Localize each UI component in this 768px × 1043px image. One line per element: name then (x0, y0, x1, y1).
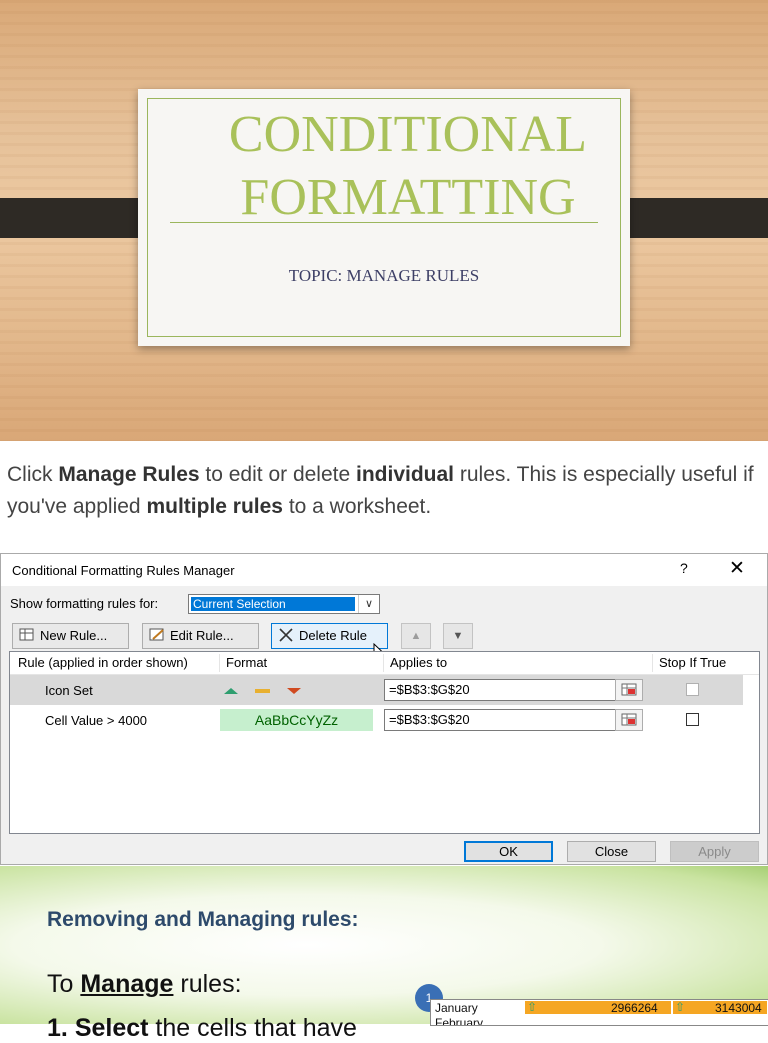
edit-rule-icon (149, 628, 164, 641)
close-icon[interactable]: ✕ (729, 557, 745, 580)
range-select-icon[interactable] (615, 709, 643, 731)
new-rule-button[interactable]: New Rule... (12, 623, 129, 649)
stop-if-true-checkbox[interactable] (686, 713, 699, 726)
edit-rule-label: Edit Rule... (170, 628, 234, 643)
range-select-icon[interactable] (615, 679, 643, 701)
format-preview: AaBbCcYyZz (220, 709, 373, 731)
month-cell: January (435, 1001, 478, 1015)
move-down-button[interactable]: ▼ (443, 623, 473, 649)
rules-text: rules: (173, 970, 242, 998)
close-button[interactable]: Close (567, 841, 656, 862)
new-rule-icon (19, 628, 34, 641)
show-rules-select[interactable]: Current Selection ∨ (188, 594, 380, 614)
slide-title-line1: CONDITIONAL (228, 106, 588, 163)
applies-to-input[interactable]: =$B$3:$G$20 (384, 679, 616, 701)
data-preview-table: January February ⇧ 2966264 ⇧ 3143004 (430, 999, 768, 1026)
right-strap (613, 198, 768, 238)
delete-rule-label: Delete Rule (299, 628, 367, 643)
stop-if-true-checkbox[interactable] (686, 683, 699, 696)
chevron-down-icon[interactable]: ∨ (358, 595, 379, 613)
col-separator (652, 654, 653, 672)
up-arrow-icon: ⇧ (675, 1000, 686, 1014)
instruction-paragraph: Click Manage Rules to edit or delete ind… (7, 459, 765, 523)
para-text-2: to edit or delete (199, 463, 356, 486)
rule-row-cell-value[interactable]: Cell Value > 4000 AaBbCcYyZz =$B$3:$G$20 (10, 705, 743, 735)
delete-rule-button[interactable]: Delete Rule (271, 623, 388, 649)
left-strap (0, 198, 155, 238)
up-arrow-icon: ⇧ (527, 1000, 538, 1014)
apply-button[interactable]: Apply (670, 841, 759, 862)
para-text-1: Click (7, 463, 59, 486)
para-text-4: to a worksheet. (282, 495, 432, 518)
delete-x-icon (279, 628, 293, 642)
new-rule-label: New Rule... (40, 628, 108, 643)
col-separator (383, 654, 384, 672)
rule-name: Icon Set (45, 683, 93, 698)
up-arrow-icon: ▲ (410, 630, 422, 642)
slide3-heading: Removing and Managing rules: (47, 908, 359, 931)
select-rest-text: the cells that have (148, 1014, 357, 1042)
icon-set-preview (220, 679, 373, 701)
rules-manager-dialog: Conditional Formatting Rules Manager ? ✕… (0, 553, 768, 865)
to-manage-rules-text: To Manage rules: (47, 970, 242, 999)
title-slide: CONDITIONAL FORMATTING TOPIC: MANAGE RUL… (0, 0, 768, 441)
slide-title-line2: FORMATTING (240, 169, 576, 226)
rules-list-header: Rule (applied in order shown) Format App… (10, 652, 759, 675)
para-bold-manage-rules: Manage Rules (58, 463, 200, 486)
dash-icon (255, 689, 270, 693)
step-number: 1. (47, 1014, 68, 1042)
title-divider (170, 222, 598, 223)
managing-rules-slide: Removing and Managing rules: To Manage r… (0, 866, 768, 1042)
up-triangle-icon (224, 688, 238, 694)
dialog-titlebar: Conditional Formatting Rules Manager ? ✕ (1, 554, 767, 586)
applies-to-input[interactable]: =$B$3:$G$20 (384, 709, 616, 731)
title-card: CONDITIONAL FORMATTING TOPIC: MANAGE RUL… (138, 89, 630, 346)
para-bold-individual: individual (356, 463, 455, 486)
col-applies-header: Applies to (390, 655, 448, 670)
manage-underlined: Manage (80, 970, 174, 998)
help-button[interactable]: ? (680, 560, 688, 576)
down-arrow-icon: ▼ (452, 630, 464, 642)
slide-subtitle: TOPIC: MANAGE RULES (288, 266, 480, 285)
para-bold-multiple-rules: multiple rules (146, 495, 283, 518)
dialog-title: Conditional Formatting Rules Manager (12, 563, 235, 578)
rule-row-icon-set[interactable]: Icon Set =$B$3:$G$20 (10, 675, 743, 705)
col-stop-header: Stop If True (659, 655, 727, 670)
move-up-button[interactable]: ▲ (401, 623, 431, 649)
col-separator (219, 654, 220, 672)
value-cell: 3143004 (715, 1001, 762, 1015)
select-bold: Select (74, 1014, 149, 1042)
show-rules-value: Current Selection (190, 596, 356, 612)
down-triangle-icon (287, 688, 301, 694)
to-text: To (47, 970, 81, 998)
col-format-header: Format (226, 655, 268, 670)
show-rules-label: Show formatting rules for: (10, 596, 159, 611)
edit-rule-button[interactable]: Edit Rule... (142, 623, 259, 649)
month-cell: February (435, 1016, 484, 1026)
rules-list: Rule (applied in order shown) Format App… (9, 651, 760, 834)
col-rule-header: Rule (applied in order shown) (18, 655, 188, 670)
rule-name: Cell Value > 4000 (45, 713, 148, 728)
slide-title: CONDITIONAL FORMATTING (198, 103, 618, 229)
ok-button[interactable]: OK (464, 841, 553, 862)
value-cell: 2966264 (611, 1001, 658, 1015)
step-1-text: 1. Select the cells that have (47, 1014, 357, 1043)
